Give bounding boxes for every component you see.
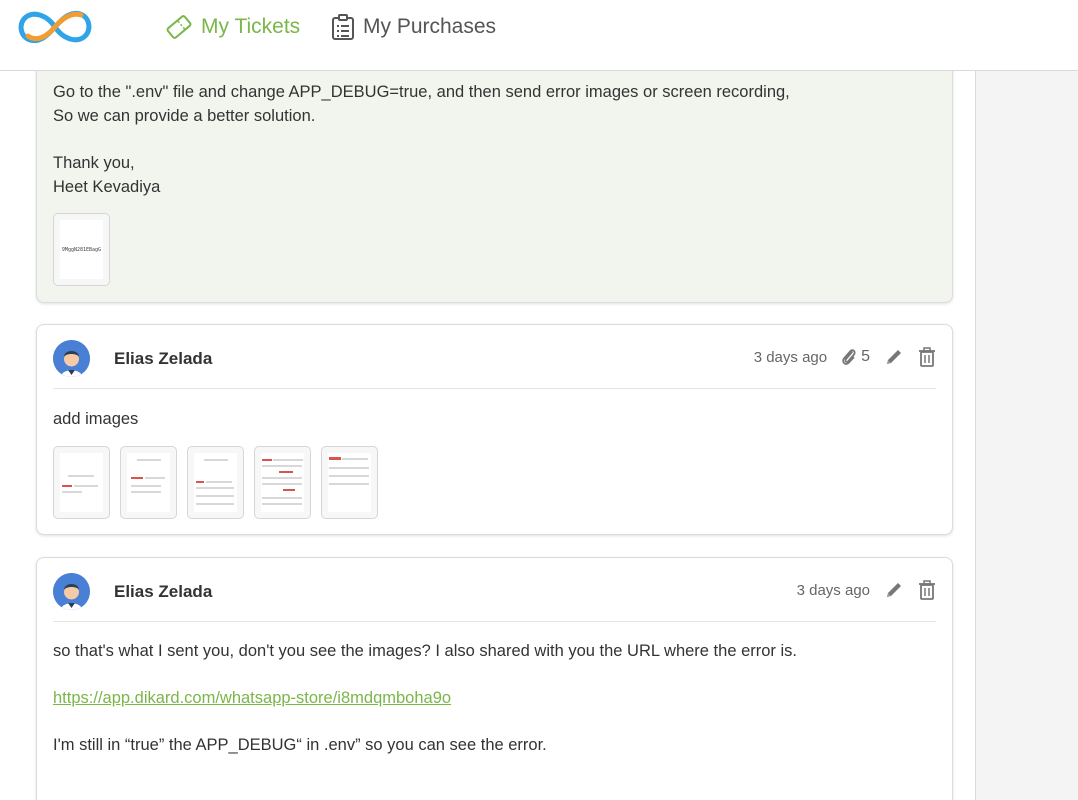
reply-text-line: Go to the ".env" file and change APP_DEB… [53, 83, 790, 101]
comment-body: add images [53, 410, 139, 428]
comment-timestamp: 3 days ago [753, 348, 828, 366]
attachment-thumbnail[interactable] [321, 446, 378, 519]
reply-signature: Heet Kevadiya [53, 178, 161, 196]
comment-header: Elias Zelada 3 days ago [53, 558, 936, 622]
comment-author: Elias Zelada [114, 582, 213, 601]
comment-header: Elias Zelada 3 days ago 5 [53, 325, 936, 389]
delete-button[interactable] [918, 580, 936, 600]
reply-text-line: So we can provide a better solution. [53, 107, 316, 125]
attachment-list [53, 446, 378, 519]
reply-signoff: Thank you, [53, 154, 135, 172]
user-avatar-icon [53, 340, 90, 377]
attachment-thumbnail[interactable]: 9MggN281EBagG [53, 213, 110, 286]
pencil-icon [887, 350, 901, 364]
comment-card: Elias Zelada 3 days ago 5 add images [36, 324, 953, 535]
attachment-thumbnail[interactable] [187, 446, 244, 519]
comment-body: I'm still in “true” the APP_DEBUG“ in .e… [53, 736, 547, 754]
comment-card: Elias Zelada 3 days ago so that's what I… [36, 557, 953, 800]
nav-my-purchases-label: My Purchases [363, 15, 497, 38]
attachment-count-value: 5 [861, 348, 870, 365]
edit-button[interactable] [884, 347, 904, 367]
attachment-thumbnail[interactable] [254, 446, 311, 519]
nav-my-purchases[interactable]: My Purchases [331, 13, 496, 41]
comment-author: Elias Zelada [114, 349, 213, 368]
nav-my-tickets[interactable]: My Tickets [165, 13, 300, 41]
agent-reply-card: Go to the ".env" file and change APP_DEB… [36, 71, 953, 303]
pencil-icon [887, 583, 901, 597]
edit-button[interactable] [884, 580, 904, 600]
error-url-link[interactable]: https://app.dikard.com/whatsapp-store/i8… [53, 689, 451, 707]
nav-my-tickets-label: My Tickets [201, 15, 301, 38]
avatar[interactable] [53, 340, 90, 377]
attachment-thumbnail[interactable] [53, 446, 110, 519]
top-navigation-bar: My Tickets My Purchases [0, 0, 1078, 71]
attachment-filename: 9MggN281EBagG [61, 246, 102, 253]
right-gutter [975, 71, 1078, 800]
paperclip-icon [842, 349, 856, 365]
ticket-icon [166, 15, 192, 39]
comment-timestamp: 3 days ago [796, 581, 870, 599]
ticket-thread[interactable]: Go to the ".env" file and change APP_DEB… [0, 71, 975, 800]
infinity-logo-icon[interactable] [14, 6, 96, 48]
trash-icon [919, 580, 935, 600]
delete-button[interactable] [918, 347, 936, 367]
comment-body: so that's what I sent you, don't you see… [53, 642, 797, 660]
trash-icon [919, 347, 935, 367]
attachment-thumbnail[interactable] [120, 446, 177, 519]
attachment-count[interactable]: 5 [841, 347, 870, 367]
avatar[interactable] [53, 573, 90, 610]
clipboard-icon [332, 14, 354, 40]
user-avatar-icon [53, 573, 90, 610]
